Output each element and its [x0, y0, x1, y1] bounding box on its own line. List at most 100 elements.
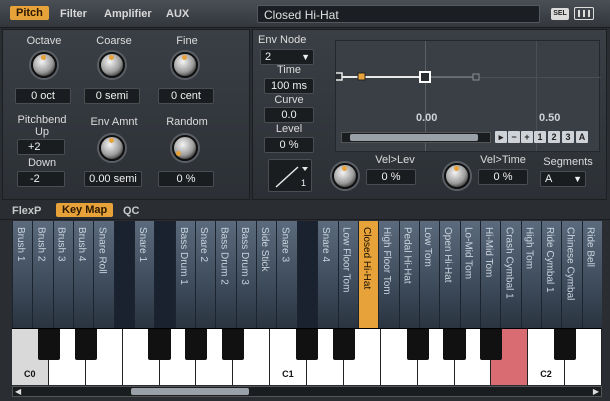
keymap-label: Low Tom	[421, 227, 433, 267]
preset-name-field[interactable]: Closed Hi-Hat	[257, 5, 540, 23]
scroll-left-icon[interactable]: ◀	[15, 387, 21, 396]
black-key[interactable]	[332, 329, 355, 360]
keymap-column[interactable]: Crash Cymbal 1	[500, 221, 521, 328]
keymap-column[interactable]: Snare 4	[317, 221, 338, 328]
black-key[interactable]	[406, 329, 429, 360]
keymap-label: Pedal Hi-Hat	[401, 227, 413, 284]
black-key[interactable]	[554, 329, 577, 360]
horizontal-scroll-thumb[interactable]	[131, 388, 249, 395]
coarse-value[interactable]: 0 semi	[84, 88, 140, 104]
black-key[interactable]	[295, 329, 319, 360]
keyboard-icon[interactable]	[574, 7, 594, 20]
tab-pitch[interactable]: Pitch	[10, 6, 49, 20]
zoom-1-button[interactable]: 1	[534, 131, 546, 143]
keymap-column[interactable]: Chinese Cymbal	[561, 221, 582, 328]
env-amnt-knob[interactable]	[99, 135, 125, 161]
pitchbend-down-field[interactable]: -2	[17, 171, 65, 187]
vel-lev-value[interactable]: 0 %	[366, 169, 416, 185]
keymap-column[interactable]: Ride Cymbal 1	[540, 221, 562, 328]
tab-key-map[interactable]: Key Map	[56, 203, 114, 217]
keymap-label: Lo-Mid Tom	[462, 227, 474, 280]
fine-knob[interactable]	[172, 52, 198, 78]
keymap-column[interactable]: Closed Hi-Hat	[357, 221, 379, 328]
level-value[interactable]: 0 %	[264, 137, 314, 153]
zoom-3-button[interactable]: 3	[562, 131, 574, 143]
env-node-value: 2	[265, 51, 272, 63]
env-amnt-value[interactable]: 0.00 semi	[84, 171, 142, 187]
top-tab-bar: Pitch Filter Amplifier AUX Closed Hi-Hat…	[0, 0, 610, 28]
keymap-column[interactable]: Snare Roll	[93, 221, 114, 328]
keymap-column[interactable]	[154, 221, 175, 328]
vel-lev-knob[interactable]	[332, 163, 358, 189]
keymap-column[interactable]: Brush 1	[12, 221, 33, 328]
time-value[interactable]: 100 ms	[264, 78, 314, 94]
octave-label: C1	[282, 369, 294, 379]
curve-value[interactable]: 0.0	[264, 107, 314, 123]
piano-keyboard[interactable]: C0 C1 C2	[12, 328, 602, 385]
keymap-column[interactable]: Low Tom	[418, 221, 440, 328]
keymap-label: Bass Drum 1	[177, 227, 189, 285]
keymap-column[interactable]: Brush 4	[73, 221, 94, 328]
keymap-column[interactable]: High Floor Tom	[378, 221, 399, 328]
keymap-column[interactable]: Low Floor Tom	[337, 221, 358, 328]
tab-flexp[interactable]: FlexP	[12, 205, 41, 217]
keymap-label: Closed Hi-Hat	[360, 227, 372, 290]
zoom-in-icon[interactable]: +	[521, 131, 533, 143]
black-key[interactable]	[74, 329, 97, 360]
pitchbend-up-field[interactable]: +2	[17, 139, 65, 155]
keymap-column[interactable]: Bass Drum 1	[174, 221, 196, 328]
vel-time-value[interactable]: 0 %	[478, 169, 528, 185]
black-key[interactable]	[37, 329, 60, 360]
coarse-knob[interactable]	[99, 52, 125, 78]
horizontal-scrollbar[interactable]: ◀ ▶	[12, 386, 602, 397]
keymap-column[interactable]: Snare 3	[276, 221, 297, 328]
keymap-label: Bass Drum 2	[218, 227, 230, 285]
keymap-column[interactable]: Brush 3	[52, 221, 74, 328]
env-node-select[interactable]: 2 ▼	[260, 49, 314, 65]
segments-select[interactable]: A ▼	[540, 171, 586, 187]
keymap-column[interactable]: Ride Bell	[581, 221, 602, 328]
curve-shape-button[interactable]: 1	[268, 159, 312, 192]
keymap-column[interactable]: Hi-Mid Tom	[479, 221, 501, 328]
scroll-right-icon[interactable]: ▸	[495, 131, 507, 143]
octave-value[interactable]: 0 oct	[15, 88, 71, 104]
black-key[interactable]	[443, 329, 466, 360]
segments-value: A	[545, 173, 553, 185]
envelope-scroll-thumb[interactable]	[350, 134, 478, 141]
keymap-column[interactable]: Lo-Mid Tom	[459, 221, 480, 328]
keymap-column[interactable]: Bass Drum 2	[215, 221, 236, 328]
tab-amplifier[interactable]: Amplifier	[104, 8, 152, 20]
keymap-label: Bass Drum 3	[238, 227, 250, 285]
scroll-right-icon[interactable]: ▶	[593, 387, 599, 396]
keymap-column[interactable]: High Tom	[520, 221, 541, 328]
black-key[interactable]	[185, 329, 208, 360]
envelope-scrollbar[interactable]	[341, 132, 491, 143]
sel-button[interactable]: SEL	[551, 8, 569, 20]
keymap-label: Snare 1	[137, 227, 149, 263]
black-key[interactable]	[480, 329, 503, 360]
keymap-column[interactable]: Brush 2	[32, 221, 53, 328]
vel-time-knob[interactable]	[444, 163, 470, 189]
black-key[interactable]	[222, 329, 245, 360]
keymap-column[interactable]	[113, 221, 135, 328]
random-value[interactable]: 0 %	[158, 171, 214, 187]
black-key[interactable]	[148, 329, 171, 360]
keymap-column[interactable]	[296, 221, 318, 328]
keymap-column[interactable]: Pedal Hi-Hat	[398, 221, 419, 328]
keymap-label: Side Stick	[259, 227, 271, 272]
octave-knob[interactable]	[31, 52, 57, 78]
tab-qc[interactable]: QC	[123, 205, 140, 217]
tab-aux[interactable]: AUX	[166, 8, 189, 20]
keymap-column[interactable]: Bass Drum 3	[235, 221, 257, 328]
keymap-column[interactable]: Side Stick	[256, 221, 277, 328]
keymap-column[interactable]: Open Hi-Hat	[439, 221, 460, 328]
tab-filter[interactable]: Filter	[60, 8, 87, 20]
fine-value[interactable]: 0 cent	[158, 88, 214, 104]
keymap-column[interactable]: Snare 1	[134, 221, 155, 328]
env-node-label: Env Node	[258, 34, 307, 46]
keymap-column[interactable]: Snare 2	[195, 221, 216, 328]
zoom-a-button[interactable]: A	[576, 131, 588, 143]
zoom-2-button[interactable]: 2	[548, 131, 560, 143]
random-knob[interactable]	[172, 135, 198, 161]
zoom-out-icon[interactable]: −	[508, 131, 520, 143]
